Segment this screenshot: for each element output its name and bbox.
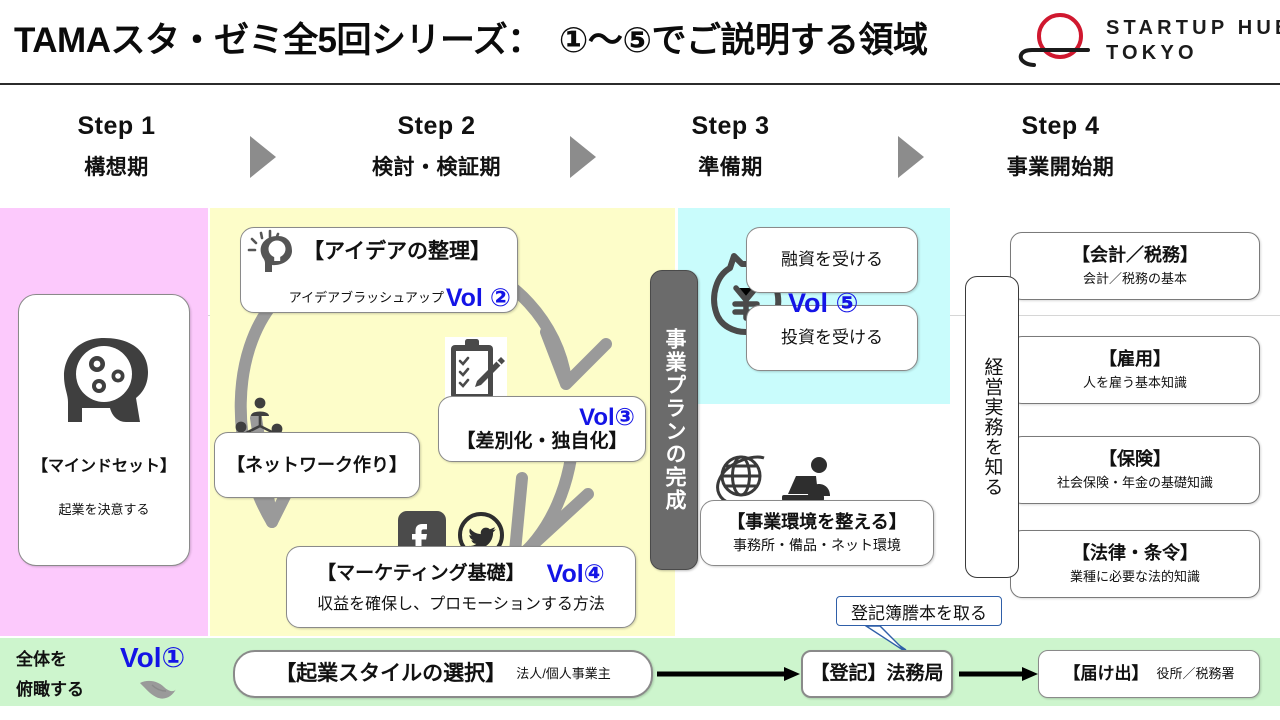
card-idea-title: 【アイデアの整理】 bbox=[303, 240, 491, 263]
step-4-sub: 事業開始期 bbox=[1006, 156, 1115, 179]
step-1-name: Step 1 bbox=[77, 112, 156, 140]
bizplan-completion-label: 事業プランの完成 bbox=[663, 328, 686, 512]
card-loan[interactable]: 融資を受ける bbox=[746, 227, 918, 293]
card-style-sub: 法人/個人事業主 bbox=[516, 666, 611, 681]
card-differentiation[interactable]: Vol③ 【差別化・独自化】 bbox=[438, 396, 646, 462]
step-4: Step 4 事業開始期 bbox=[948, 110, 1173, 184]
management-practice-bar[interactable]: 経営実務を知る bbox=[965, 276, 1019, 578]
card-insurance-sub: 社会保険・年金の基礎知識 bbox=[1056, 474, 1213, 490]
step-3: Step 3 準備期 bbox=[618, 110, 843, 184]
management-practice-label: 経営実務を知る bbox=[981, 357, 1003, 497]
card-environment-sub: 事務所・備品・ネット環境 bbox=[733, 537, 901, 553]
logo-mark-icon bbox=[1018, 13, 1090, 67]
card-investment-title: 投資を受ける bbox=[781, 328, 883, 347]
card-law-title: 【法律・条令】 bbox=[1072, 542, 1198, 563]
clipboard-pencil-icon bbox=[445, 337, 507, 405]
slide-canvas: TAMAスタ・ゼミ全5回シリーズ： ①～⑤でご説明する領域 STARTUP HU… bbox=[0, 0, 1280, 720]
card-insurance[interactable]: 【保険】 社会保険・年金の基礎知識 bbox=[1010, 436, 1260, 504]
card-startup-style[interactable]: 【起業スタイルの選択】 法人/個人事業主 bbox=[233, 650, 653, 698]
card-differentiation-vol: Vol③ bbox=[579, 404, 635, 431]
logo-wordmark: STARTUP HUB TOKYO bbox=[1106, 16, 1280, 66]
card-mindset-title: 【マインドセット】 bbox=[31, 458, 176, 475]
step-2: Step 2 検討・検証期 bbox=[324, 110, 549, 184]
startup-hub-tokyo-logo: STARTUP HUB TOKYO bbox=[1010, 8, 1280, 72]
vol5-label: Vol ⑤ bbox=[788, 288, 859, 318]
card-network-building[interactable]: 【ネットワーク作り】 bbox=[214, 432, 420, 498]
step-1-sub: 構想期 bbox=[84, 156, 149, 179]
step-3-name: Step 3 bbox=[691, 112, 770, 140]
person-laptop-icon bbox=[782, 457, 830, 501]
card-registration-title: 【登記】法務局 bbox=[810, 663, 944, 684]
header-divider bbox=[0, 83, 1280, 85]
card-notification-title: 【届け出】 bbox=[1063, 664, 1149, 683]
card-business-environment[interactable]: 【事業環境を整える】 事務所・備品・ネット環境 bbox=[700, 500, 934, 566]
bizplan-completion-bar[interactable]: 事業プランの完成 bbox=[650, 270, 698, 570]
step-arrow-2-icon bbox=[570, 136, 596, 178]
head-lightbulb-icon bbox=[247, 229, 292, 272]
step-1: Step 1 構想期 bbox=[4, 110, 229, 184]
step-4-name: Step 4 bbox=[1021, 112, 1100, 140]
card-accounting-tax[interactable]: 【会計／税務】 会計／税務の基本 bbox=[1010, 232, 1260, 300]
card-law-ordinance[interactable]: 【法律・条令】 業種に必要な法的知識 bbox=[1010, 530, 1260, 598]
card-insurance-title: 【保険】 bbox=[1099, 448, 1171, 469]
card-idea-organization[interactable]: 【アイデアの整理】 アイデアブラッシュアップ Vol ② bbox=[240, 227, 518, 313]
card-accounting-title: 【会計／税務】 bbox=[1072, 244, 1198, 265]
card-differentiation-title: 【差別化・独自化】 bbox=[456, 431, 628, 452]
card-idea-sub: アイデアブラッシュアップ bbox=[288, 290, 444, 305]
card-employment-title: 【雇用】 bbox=[1099, 348, 1171, 369]
card-marketing-vol: Vol④ bbox=[546, 560, 605, 588]
card-notification-sub: 役所／税務署 bbox=[1156, 666, 1235, 681]
step-row: Step 1 構想期 Step 2 検討・検証期 Step 3 準備期 Step… bbox=[0, 110, 1280, 316]
card-employment[interactable]: 【雇用】 人を雇う基本知識 bbox=[1010, 336, 1260, 404]
logo-line-2: TOKYO bbox=[1106, 42, 1198, 64]
card-marketing-title: 【マーケティング基礎】 bbox=[317, 563, 525, 584]
card-idea-vol: Vol ② bbox=[445, 284, 511, 312]
card-style-title: 【起業スタイルの選択】 bbox=[275, 662, 507, 685]
card-accounting-sub: 会計／税務の基本 bbox=[1082, 270, 1187, 286]
logo-line-1: STARTUP HUB bbox=[1106, 17, 1280, 39]
card-notification[interactable]: 【届け出】 役所／税務署 bbox=[1038, 650, 1260, 698]
card-registration[interactable]: 【登記】法務局 bbox=[801, 650, 953, 698]
card-environment-title: 【事業環境を整える】 bbox=[727, 512, 907, 532]
callout-registry-copy[interactable]: 登記簿謄本を取る bbox=[836, 596, 1002, 626]
page-title: TAMAスタ・ゼミ全5回シリーズ： ①～⑤でご説明する領域 bbox=[14, 21, 928, 60]
step-arrow-1-icon bbox=[250, 136, 276, 178]
callout-text: 登記簿謄本を取る bbox=[851, 603, 987, 623]
card-loan-title: 融資を受ける bbox=[781, 250, 883, 269]
card-mindset[interactable]: 【マインドセット】 起業を決意する bbox=[18, 294, 190, 566]
card-network-title: 【ネットワーク作り】 bbox=[227, 455, 407, 475]
card-law-sub: 業種に必要な法的知識 bbox=[1069, 568, 1200, 584]
card-employment-sub: 人を雇う基本知識 bbox=[1082, 374, 1187, 390]
step-arrow-3-icon bbox=[898, 136, 924, 178]
head-with-gears-icon bbox=[64, 338, 148, 422]
step-2-sub: 検討・検証期 bbox=[372, 156, 501, 179]
card-mindset-sub: 起業を決意する bbox=[58, 502, 150, 517]
step-3-sub: 準備期 bbox=[698, 156, 763, 179]
slide-header: TAMAスタ・ゼミ全5回シリーズ： ①～⑤でご説明する領域 STARTUP HU… bbox=[0, 0, 1280, 85]
globe-icon bbox=[716, 455, 765, 505]
step-2-name: Step 2 bbox=[397, 112, 476, 140]
